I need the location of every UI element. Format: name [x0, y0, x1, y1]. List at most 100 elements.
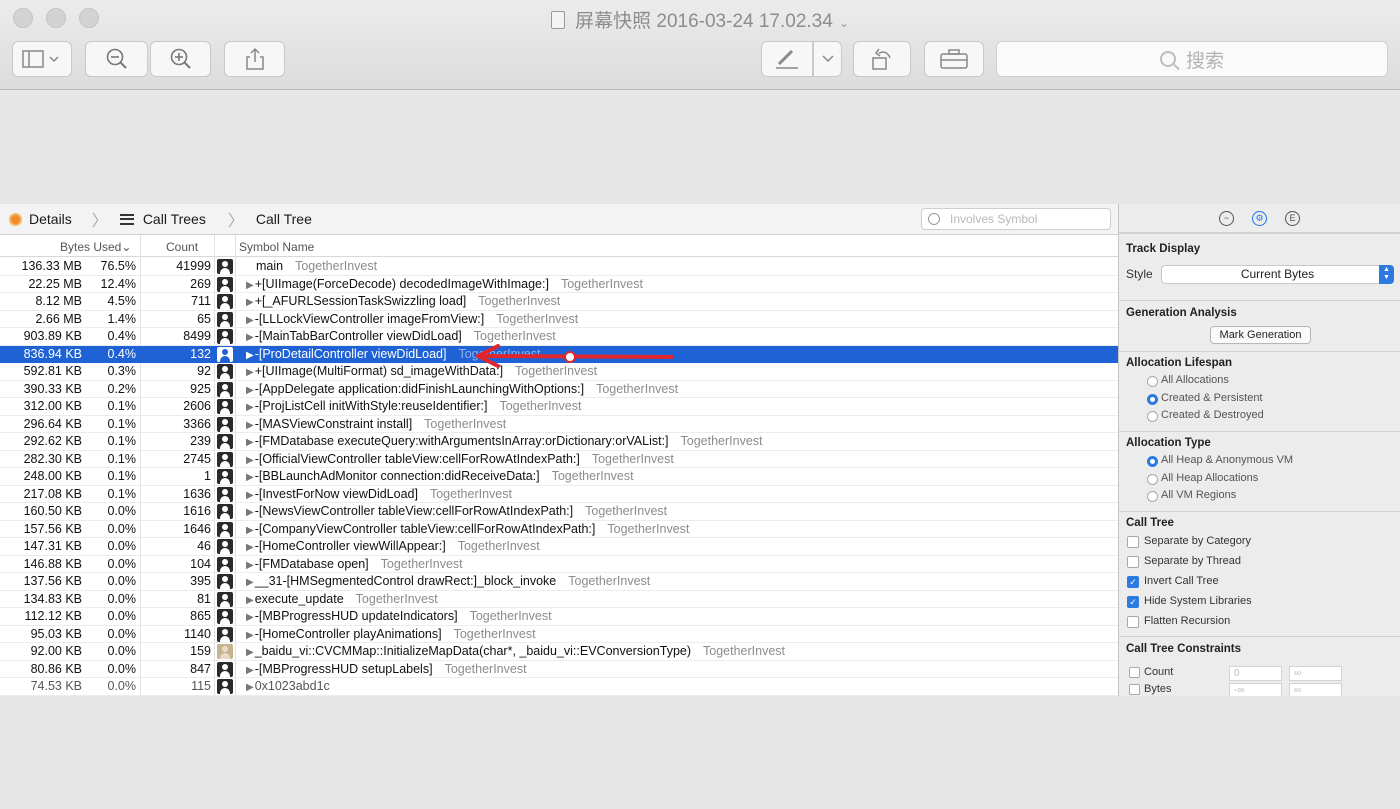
- markup-button[interactable]: [761, 41, 813, 77]
- checkbox-hide-system-libraries[interactable]: ✓: [1127, 596, 1139, 608]
- rotate-button[interactable]: [853, 41, 911, 77]
- style-popup[interactable]: Current Bytes ▲ ▼: [1161, 265, 1394, 284]
- symbol-name: -[NewsViewController tableView:cellForRo…: [254, 504, 574, 518]
- disclosure-triangle-icon[interactable]: ▶: [246, 507, 254, 518]
- bytes-used-cell: 248.00 KB: [23, 469, 82, 483]
- disclosure-triangle-icon[interactable]: ▶: [246, 682, 254, 693]
- jumpbar-details[interactable]: Details: [9, 211, 72, 227]
- symbol-name: -[FMDatabase open]: [254, 556, 369, 571]
- disclosure-triangle-icon[interactable]: ▶: [246, 402, 254, 413]
- table-row[interactable]: 80.86 KB 0.0% 847 ▶-[MBProgressHUD setupLab…: [0, 661, 1118, 678]
- bytes-percent-cell: 0.1%: [107, 451, 137, 466]
- disclosure-triangle-icon[interactable]: ▶: [246, 472, 254, 483]
- disclosure-triangle-icon[interactable]: ▶: [246, 595, 254, 606]
- record-settings-icon[interactable]: ~: [1219, 210, 1234, 226]
- radio-all-vm-regions[interactable]: [1147, 491, 1158, 502]
- table-row[interactable]: 312.00 KB 0.1% 2606 ▶-[ProjListCell initWit…: [0, 398, 1118, 416]
- window-title[interactable]: 屏幕快照 2016-03-24 17.02.34 ⌄: [0, 6, 1400, 33]
- symbol-name: -[LLLockViewController imageFromView:]: [254, 311, 485, 326]
- radio-created-destroyed[interactable]: [1147, 411, 1158, 422]
- checkbox-bytes-constraint[interactable]: [1129, 684, 1140, 695]
- jumpbar-call-trees[interactable]: Call Trees: [119, 211, 206, 227]
- extended-detail-icon[interactable]: E: [1285, 210, 1300, 226]
- sidebar-toggle-button[interactable]: [12, 41, 72, 77]
- disclosure-triangle-icon[interactable]: ▶: [246, 367, 254, 378]
- disclosure-triangle-icon[interactable]: ▶: [246, 455, 254, 466]
- table-row[interactable]: 248.00 KB 0.1% 1 ▶-[BBLaunchAdMonitor conne…: [0, 468, 1118, 486]
- table-row[interactable]: 390.33 KB 0.2% 925 ▶-[AppDelegate applicati…: [0, 381, 1118, 398]
- radio-all-heap[interactable]: [1147, 474, 1158, 485]
- disclosure-triangle-icon[interactable]: ▶: [246, 542, 254, 553]
- checkbox-flatten-recursion[interactable]: [1127, 616, 1139, 628]
- table-row[interactable]: 95.03 KB 0.0% 1140 ▶-[HomeController playAn…: [0, 626, 1118, 643]
- table-row[interactable]: 160.50 KB 0.0% 1616 ▶-[NewsViewController t…: [0, 503, 1118, 521]
- radio-all-allocations[interactable]: [1147, 376, 1158, 387]
- involves-symbol-field[interactable]: Involves Symbol: [921, 208, 1111, 230]
- disclosure-triangle-icon[interactable]: ▶: [246, 332, 254, 343]
- disclosure-triangle-icon[interactable]: ▶: [246, 385, 254, 396]
- toolbox-button[interactable]: [924, 41, 984, 77]
- disclosure-triangle-icon[interactable]: ▶: [246, 612, 254, 623]
- table-row[interactable]: 157.56 KB 0.0% 1646 ▶-[CompanyViewControlle…: [0, 521, 1118, 538]
- markup-menu-button[interactable]: [813, 41, 842, 77]
- mark-generation-button[interactable]: Mark Generation: [1210, 326, 1311, 344]
- table-row[interactable]: 282.30 KB 0.1% 2745 ▶-[OfficialViewControll…: [0, 451, 1118, 468]
- display-settings-icon[interactable]: ⚙: [1252, 210, 1267, 226]
- checkbox-invert-call-tree[interactable]: ✓: [1127, 576, 1139, 588]
- table-row[interactable]: 112.12 KB 0.0% 865 ▶-[MBProgressHUD updateI…: [0, 608, 1118, 626]
- disclosure-triangle-icon[interactable]: ▶: [246, 560, 254, 571]
- table-row[interactable]: 217.08 KB 0.1% 1636 ▶-[InvestForNow viewDid…: [0, 486, 1118, 503]
- table-row[interactable]: 147.31 KB 0.0% 46 ▶-[HomeController viewWil…: [0, 538, 1118, 556]
- disclosure-triangle-icon[interactable]: ▶: [246, 280, 254, 291]
- allocations-icon: [9, 212, 22, 226]
- table-row[interactable]: 296.64 KB 0.1% 3366 ▶-[MASViewConstraint in…: [0, 416, 1118, 433]
- disclosure-triangle-icon[interactable]: ▶: [246, 297, 254, 308]
- disclosure-triangle-icon[interactable]: ▶: [246, 437, 254, 448]
- symbol-name: -[BBLaunchAdMonitor connection:didReceiv…: [254, 469, 540, 483]
- bytes-used-header[interactable]: Bytes Used⌄: [60, 240, 131, 254]
- table-row[interactable]: 136.33 MB 76.5% 41999 main TogetherInvest: [0, 258, 1118, 276]
- library-name: TogetherInvest: [607, 521, 690, 536]
- zoom-in-button[interactable]: [150, 41, 211, 77]
- disclosure-triangle-icon[interactable]: ▶: [246, 630, 254, 641]
- table-row[interactable]: 74.53 KB 0.0% 115 ▶0x1023abd1c: [0, 678, 1118, 696]
- library-name: TogetherInvest: [551, 469, 634, 483]
- zoom-out-button[interactable]: [85, 41, 148, 77]
- table-row[interactable]: 292.62 KB 0.1% 239 ▶-[FMDatabase executeQue…: [0, 433, 1118, 451]
- table-row[interactable]: 903.89 KB 0.4% 8499 ▶-[MainTabBarController…: [0, 328, 1118, 346]
- bytes-percent-cell: 0.1%: [107, 399, 137, 413]
- disclosure-triangle-icon[interactable]: ▶: [246, 577, 254, 588]
- symbol-name-cell: ▶+[_AFURLSessionTaskSwizzling load] Toget…: [246, 294, 560, 308]
- checkbox-count-constraint[interactable]: [1129, 667, 1140, 678]
- disclosure-triangle-icon[interactable]: ▶: [246, 420, 254, 431]
- count-cell: 104: [190, 556, 211, 571]
- search-field[interactable]: 搜索: [996, 41, 1388, 77]
- table-row[interactable]: 92.00 KB 0.0% 159 ▶_baidu_vi::CVCMMap::Init…: [0, 643, 1118, 661]
- table-row[interactable]: 22.25 MB 12.4% 269 ▶+[UIImage(ForceDecode) …: [0, 276, 1118, 293]
- jumpbar-call-tree[interactable]: Call Tree: [256, 211, 312, 227]
- count-max-field[interactable]: ∞: [1289, 666, 1342, 681]
- count-min-field[interactable]: 0: [1229, 666, 1282, 681]
- radio-created-persistent[interactable]: [1147, 394, 1158, 405]
- bytes-percent-cell: 76.5%: [100, 259, 136, 273]
- symbol-name: -[HomeController viewWillAppear:]: [254, 539, 446, 553]
- disclosure-triangle-icon[interactable]: ▶: [246, 350, 254, 361]
- radio-all-heap-vm[interactable]: [1147, 456, 1158, 467]
- disclosure-triangle-icon[interactable]: ▶: [246, 525, 254, 536]
- checkbox-separate-thread[interactable]: [1127, 556, 1139, 568]
- table-row[interactable]: 146.88 KB 0.0% 104 ▶-[FMDatabase open] Toget…: [0, 556, 1118, 573]
- table-row[interactable]: 2.66 MB 1.4% 65 ▶-[LLLockViewController ima…: [0, 311, 1118, 328]
- symbol-name-header[interactable]: Symbol Name: [239, 240, 314, 254]
- table-row[interactable]: 8.12 MB 4.5% 711 ▶+[_AFURLSessionTaskSwizzl…: [0, 293, 1118, 311]
- disclosure-triangle-icon[interactable]: ▶: [246, 665, 254, 676]
- checkbox-separate-category[interactable]: [1127, 536, 1139, 548]
- disclosure-triangle-icon[interactable]: ▶: [246, 490, 254, 501]
- table-row[interactable]: 137.56 KB 0.0% 395 ▶__31-[HMSegmentedContro…: [0, 573, 1118, 591]
- bytes-percent-cell: 0.0%: [107, 556, 137, 571]
- bytes-used-cell: 136.33 MB: [21, 259, 82, 273]
- count-header[interactable]: Count: [166, 240, 198, 254]
- share-button[interactable]: [224, 41, 285, 77]
- disclosure-triangle-icon[interactable]: ▶: [246, 315, 254, 326]
- disclosure-triangle-icon[interactable]: ▶: [246, 647, 254, 658]
- table-row[interactable]: 134.83 KB 0.0% 81 ▶execute_update TogetherIn…: [0, 591, 1118, 608]
